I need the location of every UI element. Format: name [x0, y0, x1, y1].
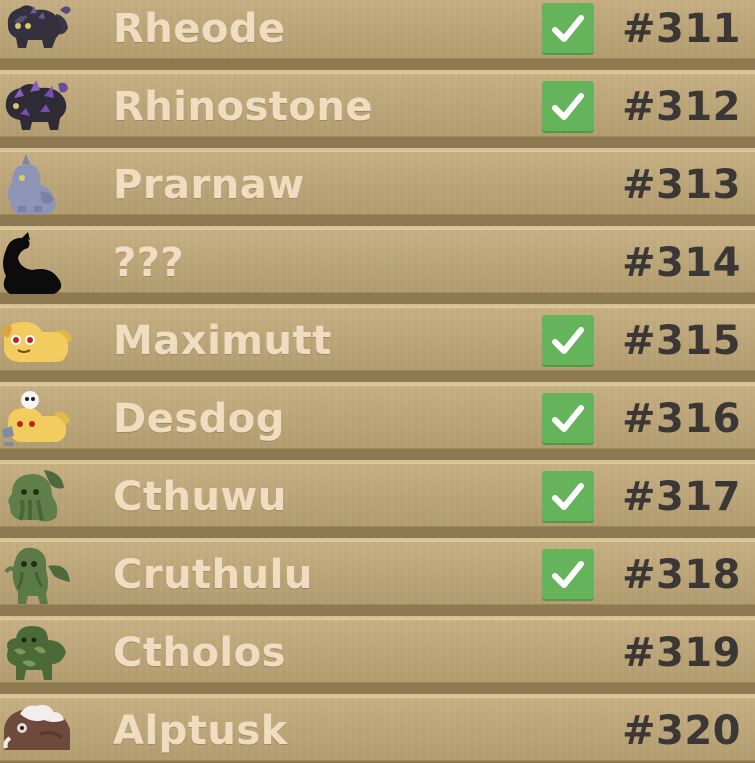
prarnaw-sprite-icon: [0, 152, 78, 216]
checkmark-icon: [542, 471, 594, 523]
creature-name: Rheode: [113, 6, 286, 52]
list-item-rheode[interactable]: Rheode #311: [0, 0, 755, 62]
creature-number: #314: [621, 240, 741, 286]
creature-name: Maximutt: [113, 318, 332, 364]
creature-name: Ctholos: [113, 630, 286, 676]
rhinostone-sprite-icon: [0, 74, 78, 138]
creature-number: #313: [621, 162, 741, 208]
unknown-silhouette-icon: [0, 230, 78, 294]
creature-name: Rhinostone: [113, 84, 373, 130]
creature-name: Cthuwu: [113, 474, 287, 520]
creature-number: #317: [621, 474, 741, 520]
list-item-ctholos[interactable]: Ctholos #319: [0, 616, 755, 686]
list-item-maximutt[interactable]: Maximutt #315: [0, 304, 755, 374]
list-item-prarnaw[interactable]: Prarnaw #313: [0, 148, 755, 218]
creature-name: Cruthulu: [113, 552, 313, 598]
alptusk-sprite-icon: [0, 698, 78, 762]
creature-number: #316: [621, 396, 741, 442]
checkmark-icon: [542, 81, 594, 133]
cthuwu-sprite-icon: [0, 464, 78, 528]
list-item-unknown[interactable]: ??? #314: [0, 226, 755, 296]
creature-name: Prarnaw: [113, 162, 305, 208]
maximutt-sprite-icon: [0, 308, 78, 372]
checkmark-icon: [542, 393, 594, 445]
desdog-sprite-icon: [0, 386, 78, 450]
creature-number: #320: [621, 708, 741, 754]
creature-name: Desdog: [113, 396, 285, 442]
rheode-sprite-icon: [0, 0, 78, 60]
cruthulu-sprite-icon: [0, 542, 78, 606]
checkmark-icon: [542, 549, 594, 601]
creature-name: ???: [113, 240, 185, 286]
ctholos-sprite-icon: [0, 620, 78, 684]
list-item-alptusk[interactable]: Alptusk #320: [0, 694, 755, 763]
creature-number: #311: [621, 6, 741, 52]
creature-name: Alptusk: [113, 708, 288, 754]
creature-number: #315: [621, 318, 741, 364]
creature-number: #318: [621, 552, 741, 598]
checkmark-icon: [542, 3, 594, 55]
creature-index-list: Rheode #311 Rhinostone #312 Prarnaw #313…: [0, 0, 755, 763]
creature-number: #312: [621, 84, 741, 130]
checkmark-icon: [542, 315, 594, 367]
list-item-desdog[interactable]: Desdog #316: [0, 382, 755, 452]
list-item-cthuwu[interactable]: Cthuwu #317: [0, 460, 755, 530]
list-item-cruthulu[interactable]: Cruthulu #318: [0, 538, 755, 608]
creature-number: #319: [621, 630, 741, 676]
list-item-rhinostone[interactable]: Rhinostone #312: [0, 70, 755, 140]
